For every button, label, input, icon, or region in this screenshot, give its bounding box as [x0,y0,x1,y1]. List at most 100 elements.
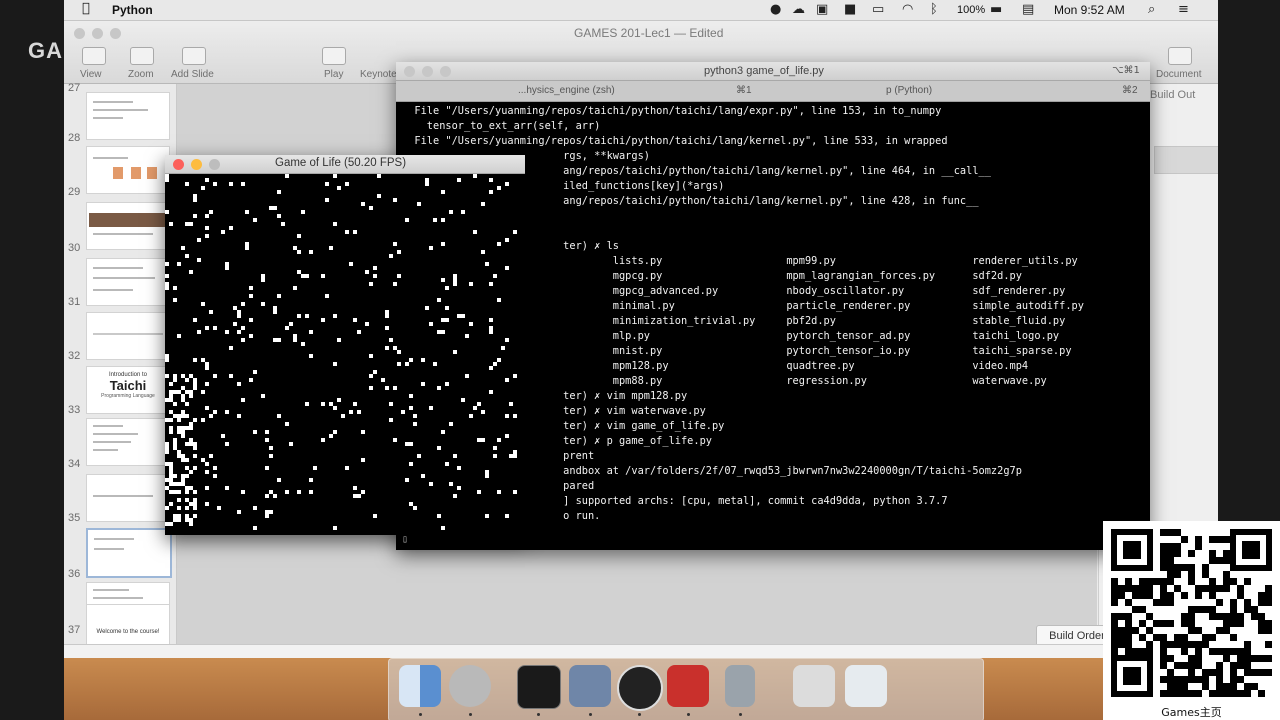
toolbar-add-slide-button[interactable]: Add Slide [171,69,214,80]
live-cell [177,506,181,510]
slide-thumbnail[interactable] [86,474,170,522]
notification-icon[interactable]: ≡ [1178,2,1189,17]
terminal-minimize-button[interactable] [422,66,433,77]
live-cell [229,226,233,230]
toolbar-play-button[interactable]: Play [324,69,343,80]
live-cell [185,498,189,502]
slide-thumbnail[interactable] [86,312,170,360]
tab-zsh[interactable]: ...hysics_engine (zsh) [518,81,615,101]
live-cell [373,514,377,518]
finder-icon[interactable] [399,665,441,707]
live-cell [189,422,193,426]
live-cell [237,414,241,418]
terminal-close-button[interactable] [404,66,415,77]
game-of-life-window[interactable]: Game of Life (50.20 FPS) [165,155,525,535]
toolbar-document-button[interactable]: Document [1156,69,1202,80]
terminal-zoom-button[interactable] [440,66,451,77]
live-cell [333,362,337,366]
live-cell [169,430,173,434]
live-cell [177,334,181,338]
documents-stack-icon[interactable] [793,665,835,707]
live-cell [457,314,461,318]
toolbar-zoom-button[interactable]: Zoom [128,69,154,80]
terminal-titlebar[interactable]: python3 game_of_life.py ⌥⌘1 [396,62,1150,81]
add-slide-icon[interactable] [182,47,206,65]
live-cell [425,182,429,186]
live-cell [193,318,197,322]
acrobat-icon[interactable] [667,665,709,707]
game-zoom-button[interactable] [209,159,220,170]
zoom-icon[interactable] [130,47,154,65]
screen-record-icon[interactable]: ▣ [816,2,828,17]
bluetooth-icon[interactable]: ᛒ [930,2,938,17]
slide-thumbnail[interactable] [86,146,170,194]
build-out-tab[interactable]: Build Out [1150,89,1195,101]
live-cell [209,414,213,418]
slide-thumbnail[interactable]: Introduction to Taichi Programming Langu… [86,366,170,414]
live-cell [441,526,445,530]
cloud-icon[interactable]: ☁ [792,2,805,17]
live-cell [193,490,197,494]
toolbar-view-button[interactable]: View [80,69,102,80]
live-cell [453,350,457,354]
apple-logo-icon[interactable]:  [82,1,90,16]
live-cell [513,454,517,458]
live-cell [333,222,337,226]
live-cell [193,506,197,510]
launchpad-icon[interactable] [449,665,491,707]
live-cell [409,406,413,410]
game-of-life-canvas[interactable] [165,174,525,535]
airplay-icon[interactable]: ▭ [872,2,884,17]
search-icon[interactable]: ⌕ [1148,2,1155,17]
active-app-name[interactable]: Python [112,3,153,17]
game-window-titlebar[interactable]: Game of Life (50.20 FPS) [165,155,525,174]
live-cell [497,242,501,246]
live-cell [397,274,401,278]
live-cell [333,174,337,178]
live-cell [185,506,189,510]
terminal-icon[interactable] [517,665,561,709]
game-minimize-button[interactable] [191,159,202,170]
live-cell [353,230,357,234]
live-cell [461,210,465,214]
keynote-close-button[interactable] [74,28,85,39]
live-cell [381,378,385,382]
slide-thumbnail[interactable] [86,258,170,306]
video-icon[interactable]: ■ [844,2,856,17]
live-cell [385,314,389,318]
game-close-button[interactable] [173,159,184,170]
live-cell [489,282,493,286]
live-cell [441,218,445,222]
tab-python[interactable]: p (Python) [886,81,932,101]
view-icon[interactable] [82,47,106,65]
python-rocket-icon[interactable] [725,665,755,707]
taichi-status-icon[interactable]: ● [770,2,781,17]
obs-icon[interactable] [617,665,663,711]
input-flag-icon[interactable]: ▤ [1022,2,1034,17]
live-cell [357,410,361,414]
live-cell [321,274,325,278]
slide-thumbnail[interactable] [86,202,170,250]
battery-icon[interactable]: ▬ [990,2,1002,17]
slide-thumbnail-selected[interactable] [86,528,172,578]
menu-clock[interactable]: Mon 9:52 AM [1054,3,1125,17]
live-cell [169,470,173,474]
keynote-icon[interactable] [569,665,611,707]
document-icon[interactable] [1168,47,1192,65]
live-cell [489,326,493,330]
wifi-icon[interactable]: ◠ [902,2,913,17]
keynote-zoom-button[interactable] [110,28,121,39]
live-cell [429,246,433,250]
inspector-field[interactable] [1154,146,1218,174]
live-cell [185,182,189,186]
play-icon[interactable] [322,47,346,65]
live-cell [417,454,421,458]
trash-icon[interactable] [845,665,887,707]
toolbar-keynote-live-button[interactable]: Keynote [360,69,397,80]
keynote-minimize-button[interactable] [92,28,103,39]
slide-thumbnail[interactable] [86,92,170,140]
live-cell [509,454,513,458]
slide-thumbnail[interactable] [86,418,170,466]
live-cell [481,438,485,442]
live-cell [397,362,401,366]
